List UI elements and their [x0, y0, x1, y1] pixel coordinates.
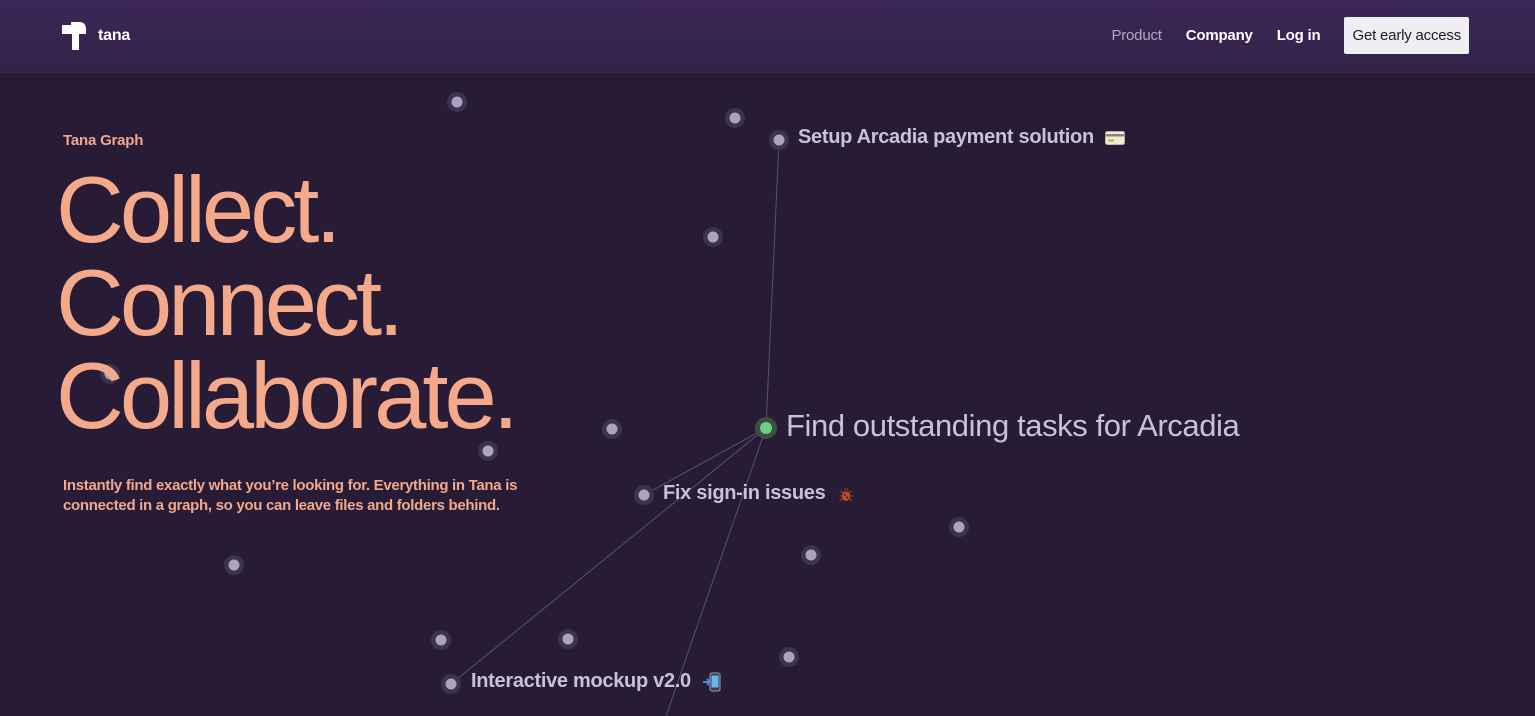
tana-logo-icon	[62, 22, 86, 50]
graph-node[interactable]	[431, 630, 451, 650]
graph-node-setup[interactable]	[769, 130, 789, 150]
graph-node[interactable]	[447, 92, 467, 112]
graph-node[interactable]	[779, 647, 799, 667]
nav-link-login[interactable]: Log in	[1277, 27, 1321, 44]
node-label-find[interactable]: Find outstanding tasks for Arcadia	[786, 408, 1240, 444]
graph-node[interactable]	[725, 108, 745, 128]
graph-node-mockup[interactable]	[441, 674, 461, 694]
edge-find-setup	[765, 139, 780, 429]
graph-node[interactable]	[224, 555, 244, 575]
headline-line-collaborate: Collaborate.	[56, 343, 519, 448]
top-nav: tana Product Company Log in Get early ac…	[0, 0, 1535, 73]
graph-node[interactable]	[558, 629, 578, 649]
graph-node-fix[interactable]	[634, 485, 654, 505]
brand-name: tana	[98, 27, 131, 44]
nav-link-company[interactable]: Company	[1186, 27, 1253, 44]
hero-section: Tana Graph Collect. Connect. Collaborate…	[56, 132, 533, 516]
node-label-fix-text: Fix sign-in issues	[663, 482, 826, 504]
graph-node-find-active[interactable]	[755, 417, 777, 439]
headline-line-connect: Connect.	[56, 250, 404, 355]
node-label-mockup[interactable]: Interactive mockup v2.0	[471, 670, 722, 693]
get-early-access-button[interactable]: Get early access	[1344, 17, 1469, 54]
node-label-setup[interactable]: Setup Arcadia payment solution	[798, 126, 1126, 149]
graph-node[interactable]	[949, 517, 969, 537]
graph-node[interactable]	[703, 227, 723, 247]
node-label-mockup-text: Interactive mockup v2.0	[471, 670, 691, 692]
mobile-arrow-icon	[703, 672, 721, 692]
bug-icon	[838, 487, 853, 502]
nav-link-product[interactable]: Product	[1111, 27, 1161, 44]
logo-link[interactable]: tana	[62, 22, 130, 50]
nav-links: Product Company Log in Get early access	[1111, 17, 1469, 54]
hero-headline: Collect. Connect. Collaborate.	[56, 157, 533, 448]
hero-eyebrow: Tana Graph	[63, 132, 144, 149]
node-label-fix[interactable]: Fix sign-in issues	[663, 482, 855, 505]
graph-node[interactable]	[602, 419, 622, 439]
credit-card-icon	[1105, 130, 1126, 145]
graph-node[interactable]	[801, 545, 821, 565]
hero-description: Instantly find exactly what you’re looki…	[63, 477, 518, 514]
node-label-setup-text: Setup Arcadia payment solution	[798, 126, 1094, 148]
headline-line-collect: Collect.	[56, 157, 341, 262]
